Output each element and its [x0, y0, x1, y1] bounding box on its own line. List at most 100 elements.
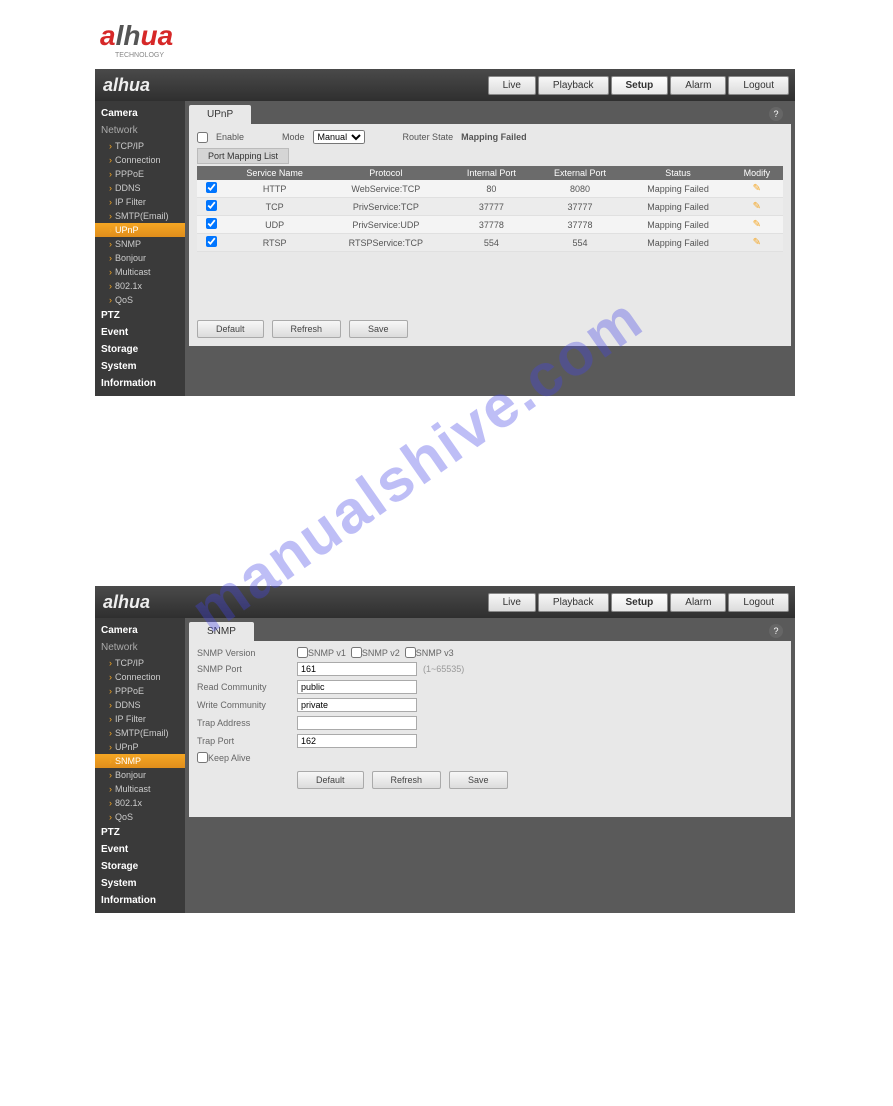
- enable-checkbox[interactable]: [197, 132, 208, 143]
- th-external: External Port: [535, 166, 626, 180]
- sidebar-network[interactable]: Network: [95, 122, 185, 139]
- sidebar-item-multicast[interactable]: Multicast: [95, 265, 185, 279]
- save-button[interactable]: Save: [449, 771, 508, 789]
- cell-service: UDP: [226, 216, 324, 234]
- sidebar-item-8021x[interactable]: 802.1x: [95, 279, 185, 293]
- sidebar-item-connection[interactable]: Connection: [95, 670, 185, 684]
- keep-alive-label: Keep Alive: [208, 753, 251, 763]
- sidebar-item-connection[interactable]: Connection: [95, 153, 185, 167]
- help-icon[interactable]: ?: [769, 624, 783, 638]
- cell-internal: 554: [448, 234, 534, 252]
- sidebar-item-upnp[interactable]: UPnP: [95, 223, 185, 237]
- sidebar-item-ipfilter[interactable]: IP Filter: [95, 712, 185, 726]
- sidebar-item-smtp[interactable]: SMTP(Email): [95, 726, 185, 740]
- pencil-icon[interactable]: ✎: [753, 201, 761, 212]
- sidebar-event[interactable]: Event: [95, 324, 185, 341]
- cell-status: Mapping Failed: [625, 180, 730, 198]
- sidebar-item-bonjour[interactable]: Bonjour: [95, 768, 185, 782]
- tab-setup[interactable]: Setup: [611, 593, 669, 612]
- cell-proto: PrivService:TCP: [323, 198, 448, 216]
- app-header: alhua Live Playback Setup Alarm Logout: [95, 69, 795, 101]
- page-tab-upnp[interactable]: UPnP: [189, 105, 251, 124]
- row-checkbox[interactable]: [206, 236, 217, 247]
- tab-playback[interactable]: Playback: [538, 76, 609, 95]
- brand-logo: alhua: [103, 75, 150, 96]
- sidebar-item-8021x[interactable]: 802.1x: [95, 796, 185, 810]
- refresh-button[interactable]: Refresh: [372, 771, 442, 789]
- sidebar-item-upnp[interactable]: UPnP: [95, 740, 185, 754]
- read-community-label: Read Community: [197, 682, 297, 692]
- help-icon[interactable]: ?: [769, 107, 783, 121]
- snmp-v1-label: SNMP v1: [308, 648, 346, 658]
- sidebar-system[interactable]: System: [95, 358, 185, 375]
- tab-alarm[interactable]: Alarm: [670, 76, 726, 95]
- sidebar-item-ddns[interactable]: DDNS: [95, 181, 185, 195]
- sidebar-event[interactable]: Event: [95, 841, 185, 858]
- cell-internal: 37777: [448, 198, 534, 216]
- mode-label: Mode: [282, 132, 305, 142]
- sidebar-storage[interactable]: Storage: [95, 858, 185, 875]
- sidebar-item-snmp[interactable]: SNMP: [95, 237, 185, 251]
- sidebar-item-qos[interactable]: QoS: [95, 810, 185, 824]
- keep-alive-checkbox[interactable]: [197, 752, 208, 763]
- sidebar-information[interactable]: Information: [95, 892, 185, 909]
- sidebar-item-tcpip[interactable]: TCP/IP: [95, 656, 185, 670]
- th-internal: Internal Port: [448, 166, 534, 180]
- pencil-icon[interactable]: ✎: [753, 183, 761, 194]
- sidebar-camera[interactable]: Camera: [95, 105, 185, 122]
- row-checkbox[interactable]: [206, 200, 217, 211]
- tab-live[interactable]: Live: [488, 76, 536, 95]
- pencil-icon[interactable]: ✎: [753, 237, 761, 248]
- snmp-v1-checkbox[interactable]: [297, 647, 308, 658]
- pencil-icon[interactable]: ✎: [753, 219, 761, 230]
- sidebar-item-ddns[interactable]: DDNS: [95, 698, 185, 712]
- tab-alarm[interactable]: Alarm: [670, 593, 726, 612]
- sidebar-ptz[interactable]: PTZ: [95, 824, 185, 841]
- sidebar-item-pppoe[interactable]: PPPoE: [95, 167, 185, 181]
- cell-service: HTTP: [226, 180, 324, 198]
- tab-live[interactable]: Live: [488, 593, 536, 612]
- snmp-v2-checkbox[interactable]: [351, 647, 362, 658]
- cell-external: 37777: [535, 198, 626, 216]
- row-checkbox[interactable]: [206, 218, 217, 229]
- sidebar-ptz[interactable]: PTZ: [95, 307, 185, 324]
- sidebar-item-ipfilter[interactable]: IP Filter: [95, 195, 185, 209]
- mode-select[interactable]: Manual: [313, 130, 365, 144]
- tab-logout[interactable]: Logout: [728, 76, 789, 95]
- sidebar-camera[interactable]: Camera: [95, 622, 185, 639]
- sidebar-item-qos[interactable]: QoS: [95, 293, 185, 307]
- refresh-button[interactable]: Refresh: [272, 320, 342, 338]
- snmp-port-input[interactable]: [297, 662, 417, 676]
- tab-playback[interactable]: Playback: [538, 593, 609, 612]
- default-button[interactable]: Default: [197, 320, 264, 338]
- trap-port-input[interactable]: [297, 734, 417, 748]
- sidebar-item-multicast[interactable]: Multicast: [95, 782, 185, 796]
- write-community-input[interactable]: [297, 698, 417, 712]
- snmp-v3-checkbox[interactable]: [405, 647, 416, 658]
- table-row: UDPPrivService:UDP3777837778Mapping Fail…: [197, 216, 783, 234]
- save-button[interactable]: Save: [349, 320, 408, 338]
- port-mapping-table: Service Name Protocol Internal Port Exte…: [197, 166, 783, 252]
- sidebar-item-pppoe[interactable]: PPPoE: [95, 684, 185, 698]
- th-status: Status: [625, 166, 730, 180]
- tab-logout[interactable]: Logout: [728, 593, 789, 612]
- sidebar-item-smtp[interactable]: SMTP(Email): [95, 209, 185, 223]
- sidebar-storage[interactable]: Storage: [95, 341, 185, 358]
- th-service: Service Name: [226, 166, 324, 180]
- cell-external: 554: [535, 234, 626, 252]
- trap-port-label: Trap Port: [197, 736, 297, 746]
- trap-address-input[interactable]: [297, 716, 417, 730]
- default-button[interactable]: Default: [297, 771, 364, 789]
- sidebar-item-bonjour[interactable]: Bonjour: [95, 251, 185, 265]
- sidebar-item-snmp[interactable]: SNMP: [95, 754, 185, 768]
- read-community-input[interactable]: [297, 680, 417, 694]
- sidebar-system[interactable]: System: [95, 875, 185, 892]
- tab-setup[interactable]: Setup: [611, 76, 669, 95]
- sidebar-item-tcpip[interactable]: TCP/IP: [95, 139, 185, 153]
- row-checkbox[interactable]: [206, 182, 217, 193]
- sidebar-information[interactable]: Information: [95, 375, 185, 392]
- port-mapping-tab[interactable]: Port Mapping List: [197, 148, 289, 164]
- snmp-port-label: SNMP Port: [197, 664, 297, 674]
- sidebar-network[interactable]: Network: [95, 639, 185, 656]
- page-tab-snmp[interactable]: SNMP: [189, 622, 254, 641]
